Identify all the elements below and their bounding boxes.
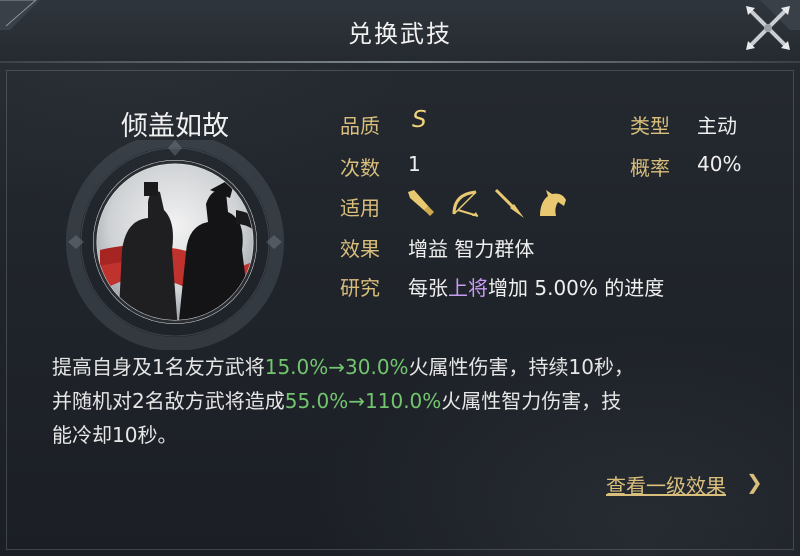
bow-icon [448, 186, 482, 220]
quality-label: 品质 [340, 114, 380, 138]
skill-name: 倾盖如故 [121, 111, 229, 142]
effect-value: 增益 智力群体 [408, 237, 535, 261]
description-line-3: 能冷却10秒。 [52, 423, 178, 447]
effect-label: 效果 [340, 237, 380, 261]
research-prefix: 每张 [408, 276, 448, 300]
research-suffix: 增加 5.00% 的进度 [488, 276, 665, 300]
dialog-title: 兑换武技 [348, 20, 452, 48]
spear-icon [492, 186, 526, 220]
chevron-right-icon[interactable]: ❯ [746, 470, 763, 494]
rate-value: 40% [697, 152, 742, 176]
close-button[interactable] [742, 2, 794, 54]
skill-description: 提高自身及1名友方武将15.0%→30.0%火属性伤害，持续10秒， 并随机对2… [52, 350, 752, 452]
portrait-emblem [66, 133, 284, 351]
research-highlight: 上将 [448, 276, 488, 300]
description-line-2: 并随机对2名敌方武将造成55.0%→110.0%火属性智力伤害，技 [52, 389, 622, 413]
dialog-header: 兑换武技 [0, 0, 800, 62]
description-line-1: 提高自身及1名友方武将15.0%→30.0%火属性伤害，持续10秒， [52, 355, 635, 379]
exchange-skill-dialog: 兑换武技 倾盖如故 品质 S 次数 1 适用 效果 增益 智力群体 研究 每张上… [0, 0, 800, 556]
header-divider [0, 61, 800, 63]
count-label: 次数 [340, 156, 380, 180]
fire-damage-bonus: 15.0%→30.0% [264, 355, 409, 379]
research-label: 研究 [340, 276, 380, 300]
type-label: 类型 [630, 114, 670, 138]
research-value: 每张上将增加 5.00% 的进度 [408, 272, 664, 301]
quality-value: S [412, 107, 427, 133]
view-level-one-effect-link[interactable]: 查看一级效果 [606, 470, 726, 499]
horse-icon [536, 186, 570, 220]
apply-label: 适用 [340, 196, 380, 220]
skill-portrait [60, 133, 300, 351]
type-value: 主动 [697, 114, 737, 138]
sword-icon [404, 186, 438, 220]
fire-intellect-damage: 55.0%→110.0% [284, 389, 442, 413]
count-value: 1 [408, 152, 421, 176]
apply-weapon-icons [404, 186, 570, 220]
crossed-swords-close-icon [746, 6, 790, 50]
rate-label: 概率 [630, 156, 670, 180]
